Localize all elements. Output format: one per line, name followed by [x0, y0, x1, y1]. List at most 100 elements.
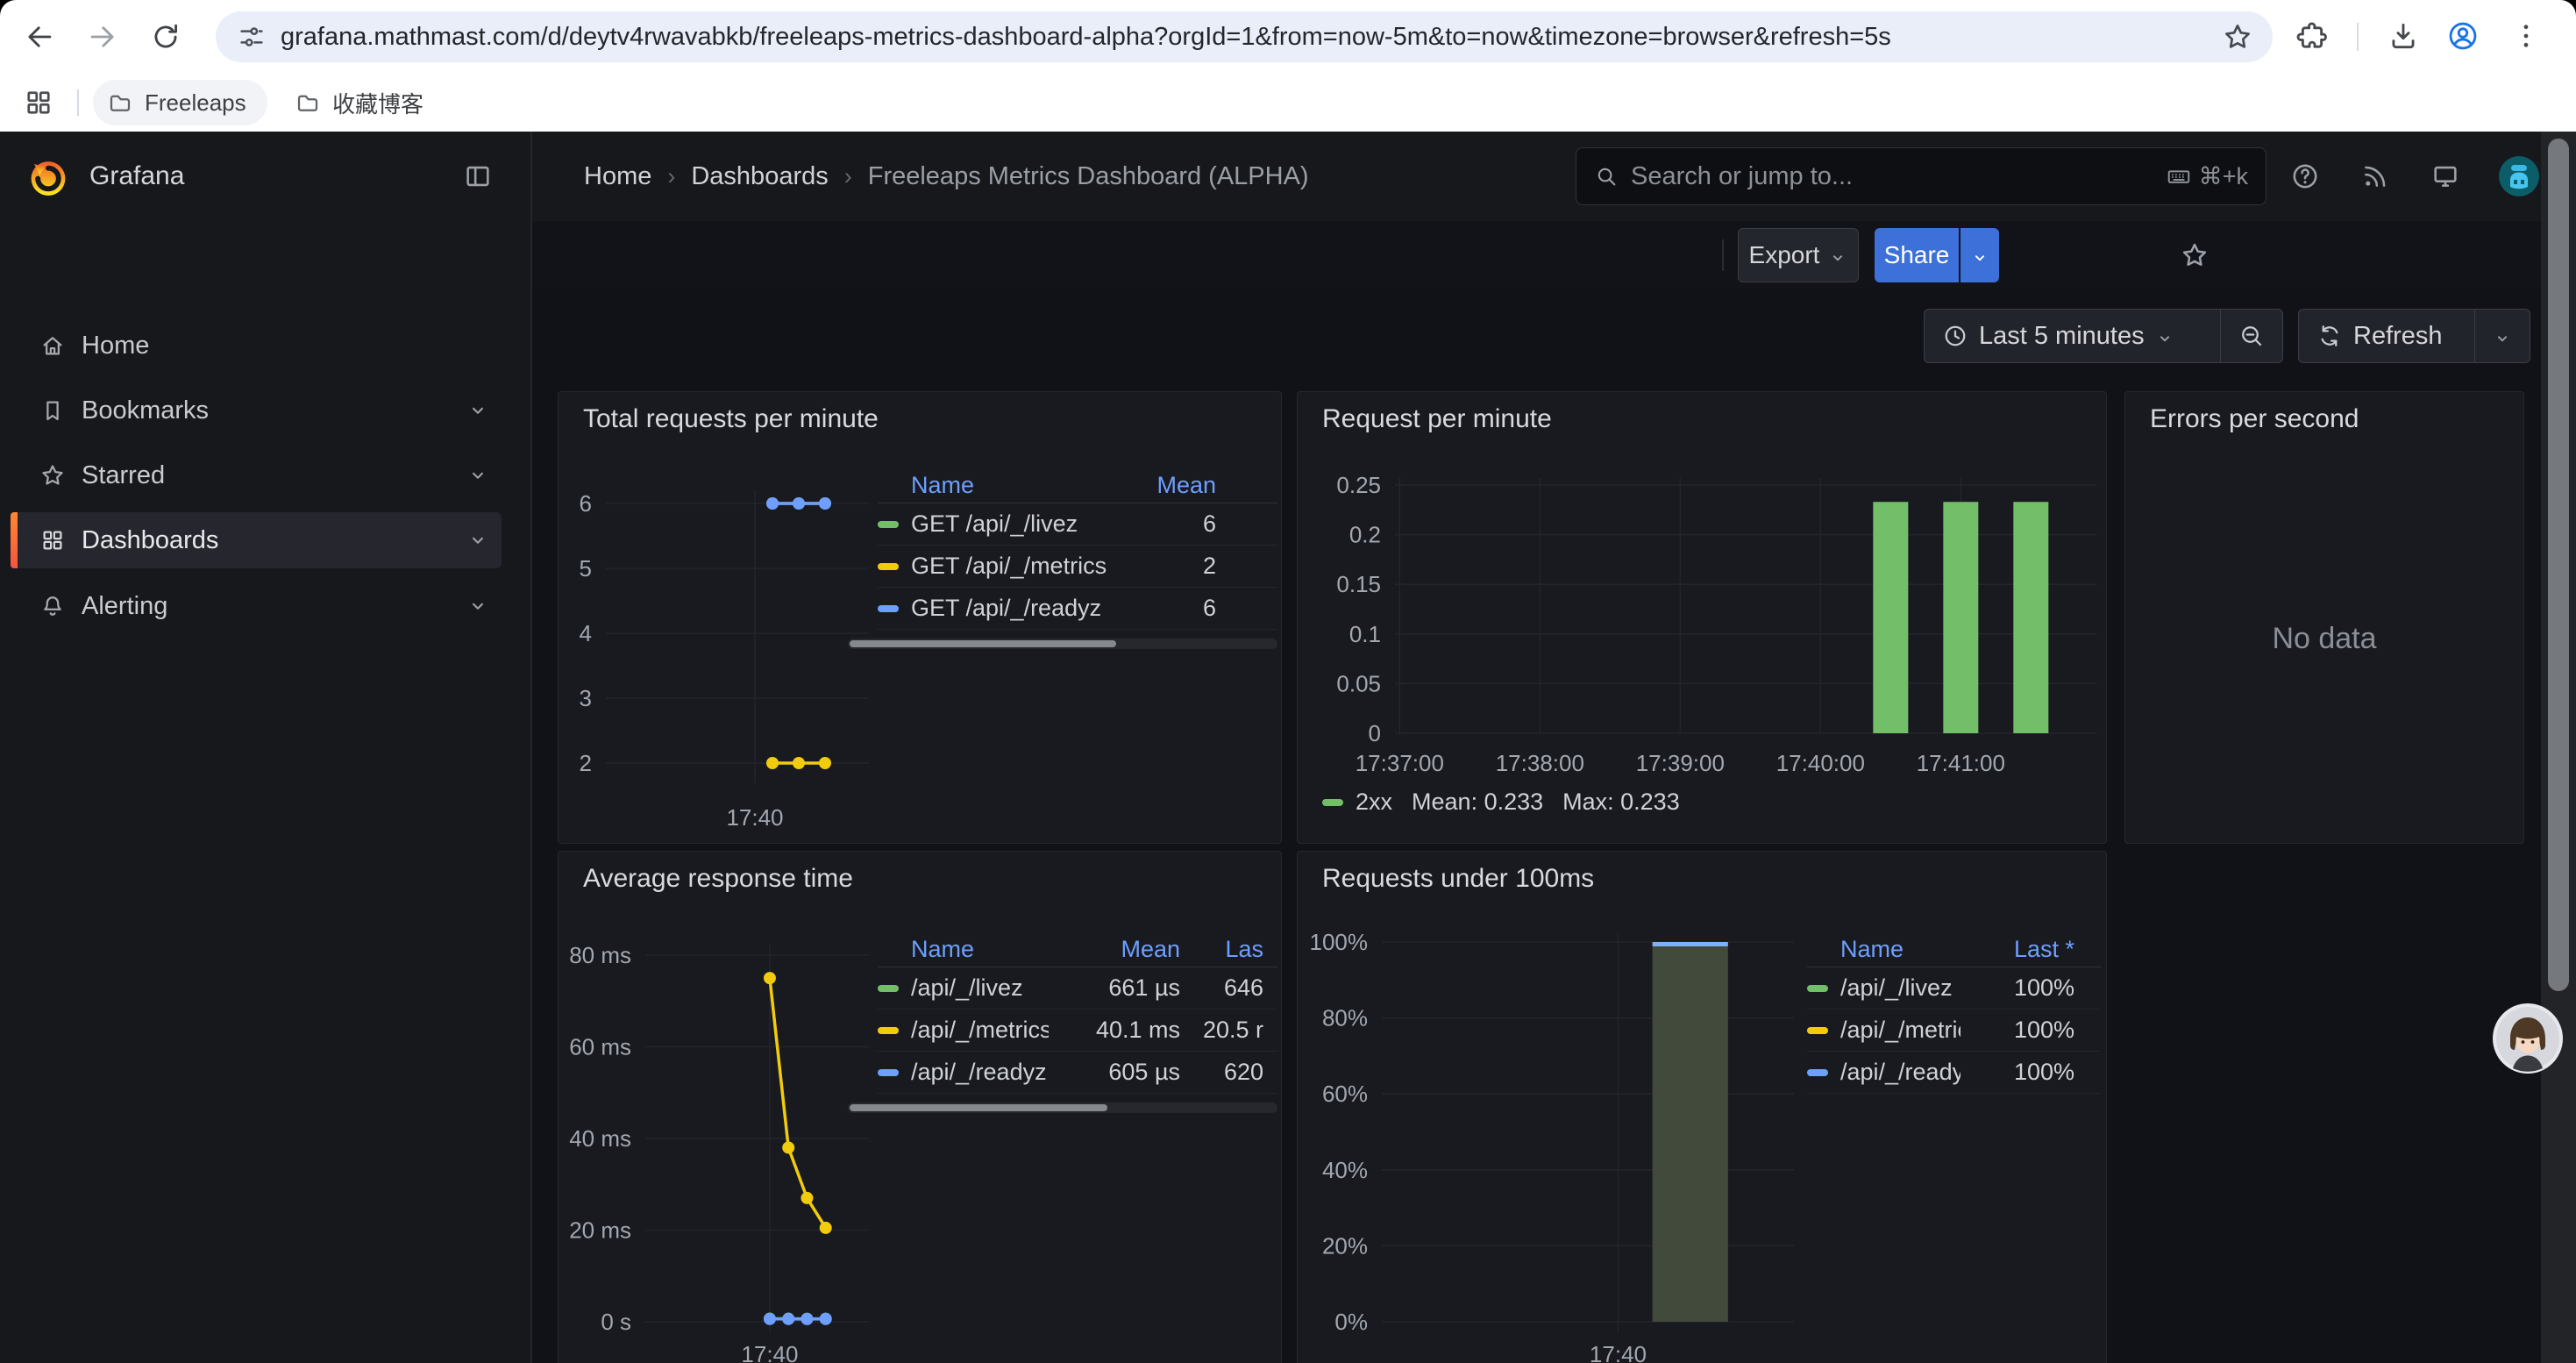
- bookmark-folder-label: Freeleaps: [145, 89, 246, 117]
- grafana-app: Grafana Home › Dashboards › Freeleaps Me…: [0, 132, 2576, 1363]
- home-icon: [39, 332, 66, 359]
- site-settings-icon[interactable]: [237, 22, 267, 52]
- bookmark-folder-freeleaps[interactable]: Freeleaps: [93, 80, 267, 125]
- legend-row[interactable]: GET /api/_/livez6: [878, 503, 1277, 546]
- legend-scrollbar[interactable]: [848, 1103, 1277, 1113]
- legend-header: NameMeanLas: [878, 931, 1277, 967]
- refresh-button[interactable]: Refresh: [2299, 310, 2474, 362]
- zoom-out-button[interactable]: [2220, 310, 2282, 362]
- svg-text:20%: 20%: [1322, 1232, 1368, 1259]
- user-avatar[interactable]: [2499, 156, 2539, 196]
- chart-request-per-minute[interactable]: 00.050.10.150.20.2517:37:0017:38:0017:39…: [1298, 392, 2107, 844]
- time-range-picker[interactable]: Last 5 minutes: [1925, 310, 2220, 362]
- bookmark-star-icon[interactable]: [2222, 21, 2253, 53]
- breadcrumb-dashboards[interactable]: Dashboards: [691, 162, 828, 191]
- sidebar-item-dashboards[interactable]: Dashboards: [11, 512, 502, 568]
- grafana-logo[interactable]: [25, 153, 72, 200]
- reload-icon[interactable]: [149, 20, 182, 54]
- legend-scrollbar[interactable]: [848, 639, 1277, 649]
- sidebar-item-bookmarks[interactable]: Bookmarks: [11, 382, 502, 439]
- refresh-icon: [2316, 323, 2343, 349]
- favorite-star-icon[interactable]: [2180, 240, 2210, 270]
- sidebar-item-starred[interactable]: Starred: [11, 447, 502, 503]
- refresh-interval-button[interactable]: [2474, 310, 2530, 362]
- svg-text:17:40: 17:40: [1590, 1341, 1647, 1363]
- bookmarks-divider: [77, 89, 79, 116]
- help-icon[interactable]: [2290, 161, 2320, 191]
- legend-inline[interactable]: 2xx Mean: 0.233 Max: 0.233: [1322, 789, 1680, 816]
- dock-menu-icon[interactable]: [463, 161, 493, 191]
- panel-avg-response-time: Average response time 80 ms60 ms40 ms20 …: [558, 851, 1282, 1363]
- chevron-down-icon[interactable]: [466, 464, 489, 487]
- share-button[interactable]: Share: [1875, 228, 1959, 282]
- apps-grid-icon[interactable]: [23, 87, 54, 118]
- svg-text:17:39:00: 17:39:00: [1636, 750, 1725, 776]
- breadcrumb-home[interactable]: Home: [584, 162, 651, 191]
- panel-total-requests: Total requests per minute 6543217:40 Nam…: [558, 391, 1282, 844]
- dashboards-grid-icon: [39, 527, 66, 553]
- series-swatch: [1807, 1027, 1828, 1034]
- page-scrollbar-track[interactable]: [2541, 132, 2576, 1363]
- panel-request-per-minute: Request per minute 00.050.10.150.20.2517…: [1297, 391, 2107, 844]
- svg-text:0%: 0%: [1334, 1309, 1368, 1335]
- legend-row[interactable]: /api/_/readyz605 µs620: [878, 1052, 1277, 1094]
- legend-row[interactable]: GET /api/_/readyz6: [878, 588, 1277, 630]
- monitor-icon[interactable]: [2430, 161, 2460, 191]
- svg-text:40%: 40%: [1322, 1157, 1368, 1183]
- legend-row[interactable]: /api/_/readyz100%: [1807, 1052, 2101, 1094]
- svg-text:2: 2: [580, 750, 592, 776]
- chevron-down-icon: [2493, 326, 2512, 346]
- bookmark-folder-blogs[interactable]: 收藏博客: [281, 80, 445, 125]
- back-icon[interactable]: [23, 20, 56, 54]
- legend-row[interactable]: GET /api/_/metrics2: [878, 546, 1277, 588]
- downloads-icon[interactable]: [2387, 19, 2420, 53]
- share-menu-button[interactable]: [1960, 228, 1999, 282]
- svg-text:17:40: 17:40: [726, 804, 783, 831]
- chevron-down-icon[interactable]: [466, 529, 489, 552]
- bookmark-icon: [39, 397, 66, 424]
- sidebar-item-alerting[interactable]: Alerting: [11, 578, 502, 634]
- svg-text:100%: 100%: [1310, 929, 1369, 955]
- url-text: grafana.mathmast.com/d/deytv4rwavabkb/fr…: [281, 23, 2222, 52]
- series-swatch: [878, 563, 899, 570]
- svg-text:4: 4: [580, 620, 592, 646]
- rss-icon[interactable]: [2360, 161, 2390, 191]
- sidebar-item-home[interactable]: Home: [11, 318, 502, 374]
- actions-divider: [1722, 239, 1724, 271]
- legend-row[interactable]: /api/_/metrics40.1 ms20.5 r: [878, 1010, 1277, 1052]
- keyboard-icon: [2166, 163, 2192, 189]
- svg-text:17:37:00: 17:37:00: [1356, 750, 1444, 776]
- legend-row[interactable]: /api/_/livez661 µs646: [878, 967, 1277, 1010]
- legend-header: NameLast *: [1807, 931, 2101, 967]
- refresh-controls: Refresh: [2298, 309, 2530, 363]
- svg-text:60%: 60%: [1322, 1081, 1368, 1107]
- export-button[interactable]: Export: [1738, 228, 1859, 282]
- forward-icon[interactable]: [86, 20, 119, 54]
- legend-row[interactable]: /api/_/livez100%: [1807, 967, 2101, 1010]
- svg-text:17:41:00: 17:41:00: [1917, 750, 2005, 776]
- profile-icon[interactable]: [2446, 19, 2480, 53]
- chart-requests-under-100ms[interactable]: 100%80%60%40%20%0%17:40: [1298, 852, 2107, 1363]
- assistant-avatar[interactable]: [2493, 1003, 2563, 1074]
- legend-table: NameMeanLas/api/_/livez661 µs646/api/_/m…: [878, 931, 1277, 1113]
- svg-text:17:40:00: 17:40:00: [1776, 750, 1865, 776]
- breadcrumb-separator: ›: [844, 163, 852, 190]
- grafana-brand[interactable]: Grafana: [89, 132, 184, 221]
- extensions-icon[interactable]: [2295, 19, 2329, 53]
- search-shortcut: ⌘+k: [2166, 163, 2248, 190]
- chevron-down-icon[interactable]: [466, 399, 489, 422]
- search-input[interactable]: Search or jump to... ⌘+k: [1576, 147, 2266, 205]
- page-scrollbar-thumb[interactable]: [2548, 139, 2569, 991]
- panel-title[interactable]: Errors per second: [2150, 404, 2359, 434]
- panel-errors-per-second: Errors per second No data: [2124, 391, 2524, 844]
- chevron-down-icon[interactable]: [466, 595, 489, 617]
- url-bar[interactable]: grafana.mathmast.com/d/deytv4rwavabkb/fr…: [216, 11, 2273, 62]
- zoom-out-icon: [2238, 323, 2265, 349]
- browser-menu-icon[interactable]: [2509, 19, 2543, 53]
- svg-text:40 ms: 40 ms: [569, 1125, 631, 1152]
- legend-mean: Mean: 0.233: [1412, 789, 1543, 816]
- legend-row[interactable]: /api/_/metrics100%: [1807, 1010, 2101, 1052]
- dashboard-actions-bar: Export Share: [531, 221, 2576, 290]
- time-range-controls: Last 5 minutes: [1924, 309, 2283, 363]
- svg-text:0.2: 0.2: [1349, 522, 1381, 548]
